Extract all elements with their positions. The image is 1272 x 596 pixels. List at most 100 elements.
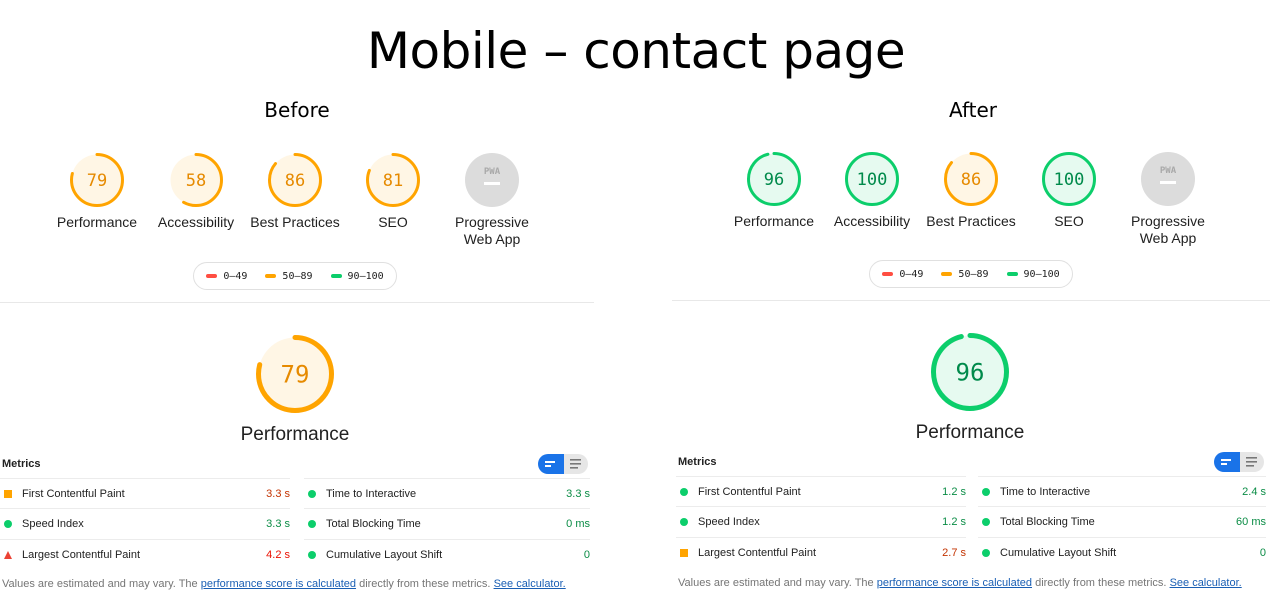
average-square-icon <box>680 548 688 557</box>
metrics-footnote: Values are estimated and may vary. The p… <box>2 578 566 590</box>
performance-score-ring: 96 <box>931 333 1009 411</box>
gauge-label: Progressive Web App <box>1131 213 1205 246</box>
expanded-view-icon[interactable] <box>564 454 588 474</box>
pass-circle-icon <box>982 487 990 496</box>
metric-row: Speed Index 3.3 s <box>0 508 290 538</box>
pwa-gauge-bg <box>465 153 519 207</box>
pass-circle-icon <box>680 517 688 526</box>
category-gauge-progressive-web-app[interactable]: PWA Progressive Web App <box>1118 151 1218 247</box>
score-calculation-link[interactable]: performance score is calculated <box>201 578 356 590</box>
gauge-label: Performance <box>56 214 138 230</box>
metric-row: Cumulative Layout Shift 0 <box>304 539 590 569</box>
category-gauge-best-practices[interactable]: 86 Best Practices <box>245 152 345 231</box>
fail-triangle-icon <box>4 550 12 559</box>
score-gauge: PWA <box>1141 152 1195 206</box>
legend-swatch <box>1006 272 1018 276</box>
pwa-icon: PWA <box>1160 166 1177 176</box>
score-calculation-link[interactable]: performance score is calculated <box>877 577 1032 589</box>
metric-name: Largest Contentful Paint <box>698 546 817 559</box>
panel-heading: After <box>948 98 998 122</box>
metric-value: 4.2 s <box>266 548 290 561</box>
pass-circle-icon <box>982 517 990 526</box>
performance-gauge: 79 Performance <box>195 334 395 446</box>
metric-row: Speed Index 1.2 s <box>676 506 966 536</box>
metric-value: 0 <box>583 548 590 561</box>
gauge-label: Performance <box>733 213 815 229</box>
category-gauge-accessibility[interactable]: 58 Accessibility <box>146 152 246 231</box>
category-gauge-performance[interactable]: 79 Performance <box>47 152 147 231</box>
metric-value: 3.3 s <box>266 487 290 500</box>
score-gauge: 86 <box>268 153 322 207</box>
pwa-gauge-bg <box>1141 152 1195 206</box>
gauge-score: 96 <box>764 170 784 190</box>
score-gauge: 58 <box>169 153 223 207</box>
gauge-score: 86 <box>961 170 981 190</box>
panel-heading: Before <box>264 98 330 122</box>
category-gauge-best-practices[interactable]: 86 Best Practices <box>921 151 1021 230</box>
legend-range: 0–49 <box>899 268 924 280</box>
legend-swatch <box>265 274 277 278</box>
metrics-view-toggle[interactable] <box>1214 452 1264 472</box>
gauge-label: Best Practices <box>926 213 1016 229</box>
metric-name: Total Blocking Time <box>1000 515 1095 528</box>
metric-name: Cumulative Layout Shift <box>326 548 443 561</box>
performance-label: Performance <box>240 424 350 445</box>
metric-name: Time to Interactive <box>326 487 417 500</box>
gauge-score: 58 <box>186 171 206 191</box>
score-legend: 0–49 50–89 90–100 <box>869 260 1073 288</box>
footnote-text: Values are estimated and may vary. The <box>2 578 201 590</box>
section-divider <box>672 300 1270 301</box>
expanded-view-icon[interactable] <box>1240 452 1264 472</box>
legend-swatch <box>330 274 342 278</box>
legend-average: 50–89 <box>265 270 313 282</box>
compact-view-icon[interactable] <box>538 454 564 474</box>
metrics-heading: Metrics <box>2 458 41 470</box>
pass-circle-icon <box>4 519 12 528</box>
legend-pass: 90–100 <box>1006 269 1060 280</box>
legend-fail: 0–49 <box>206 271 247 282</box>
metric-value: 1.2 s <box>942 515 966 528</box>
compact-view-icon[interactable] <box>1214 452 1240 472</box>
metric-row: Time to Interactive 3.3 s <box>304 478 590 508</box>
metric-row: Total Blocking Time 0 ms <box>304 508 590 538</box>
metric-row: First Contentful Paint 1.2 s <box>676 476 966 506</box>
metric-value: 2.4 s <box>1242 485 1266 498</box>
category-gauge-performance[interactable]: 96 Performance <box>724 151 824 230</box>
score-gauge: 79 <box>70 153 124 207</box>
category-gauge-seo[interactable]: 81 SEO <box>343 152 443 231</box>
metric-row: Total Blocking Time 60 ms <box>978 506 1266 536</box>
legend-pass: 90–100 <box>330 271 384 282</box>
gauge-score: 96 <box>956 359 985 387</box>
metric-value: 3.3 s <box>566 487 590 500</box>
metric-value: 1.2 s <box>942 485 966 498</box>
gauge-score: 79 <box>281 361 310 389</box>
metric-value: 3.3 s <box>266 517 290 530</box>
metric-name: Cumulative Layout Shift <box>1000 546 1117 559</box>
footnote-text: Values are estimated and may vary. The <box>678 577 877 589</box>
metric-value: 0 <box>1259 546 1266 559</box>
section-divider <box>0 302 594 303</box>
average-square-icon <box>4 489 12 498</box>
legend-range: 50–89 <box>282 270 313 282</box>
footnote-text: directly from these metrics. <box>356 578 494 590</box>
pass-circle-icon <box>308 489 316 498</box>
category-gauge-progressive-web-app[interactable]: PWA Progressive Web App <box>442 152 542 248</box>
metric-name: Largest Contentful Paint <box>22 548 141 561</box>
metric-value: 60 ms <box>1236 515 1266 528</box>
gauge-score: 79 <box>87 171 107 191</box>
pwa-icon: PWA <box>484 167 501 177</box>
gauge-score: 81 <box>383 171 403 191</box>
see-calculator-link[interactable]: See calculator. <box>494 578 566 590</box>
gauge-label: Best Practices <box>250 214 340 230</box>
legend-swatch <box>941 272 953 276</box>
score-legend: 0–49 50–89 90–100 <box>193 262 397 290</box>
performance-label: Performance <box>915 422 1025 443</box>
gauge-score: 100 <box>1054 170 1085 190</box>
category-gauge-seo[interactable]: 100 SEO <box>1019 151 1119 230</box>
metric-name: Total Blocking Time <box>326 517 421 530</box>
metrics-footnote: Values are estimated and may vary. The p… <box>678 577 1242 589</box>
metric-row: Cumulative Layout Shift 0 <box>978 537 1266 567</box>
category-gauge-accessibility[interactable]: 100 Accessibility <box>822 151 922 230</box>
see-calculator-link[interactable]: See calculator. <box>1170 577 1242 589</box>
metrics-view-toggle[interactable] <box>538 454 588 474</box>
